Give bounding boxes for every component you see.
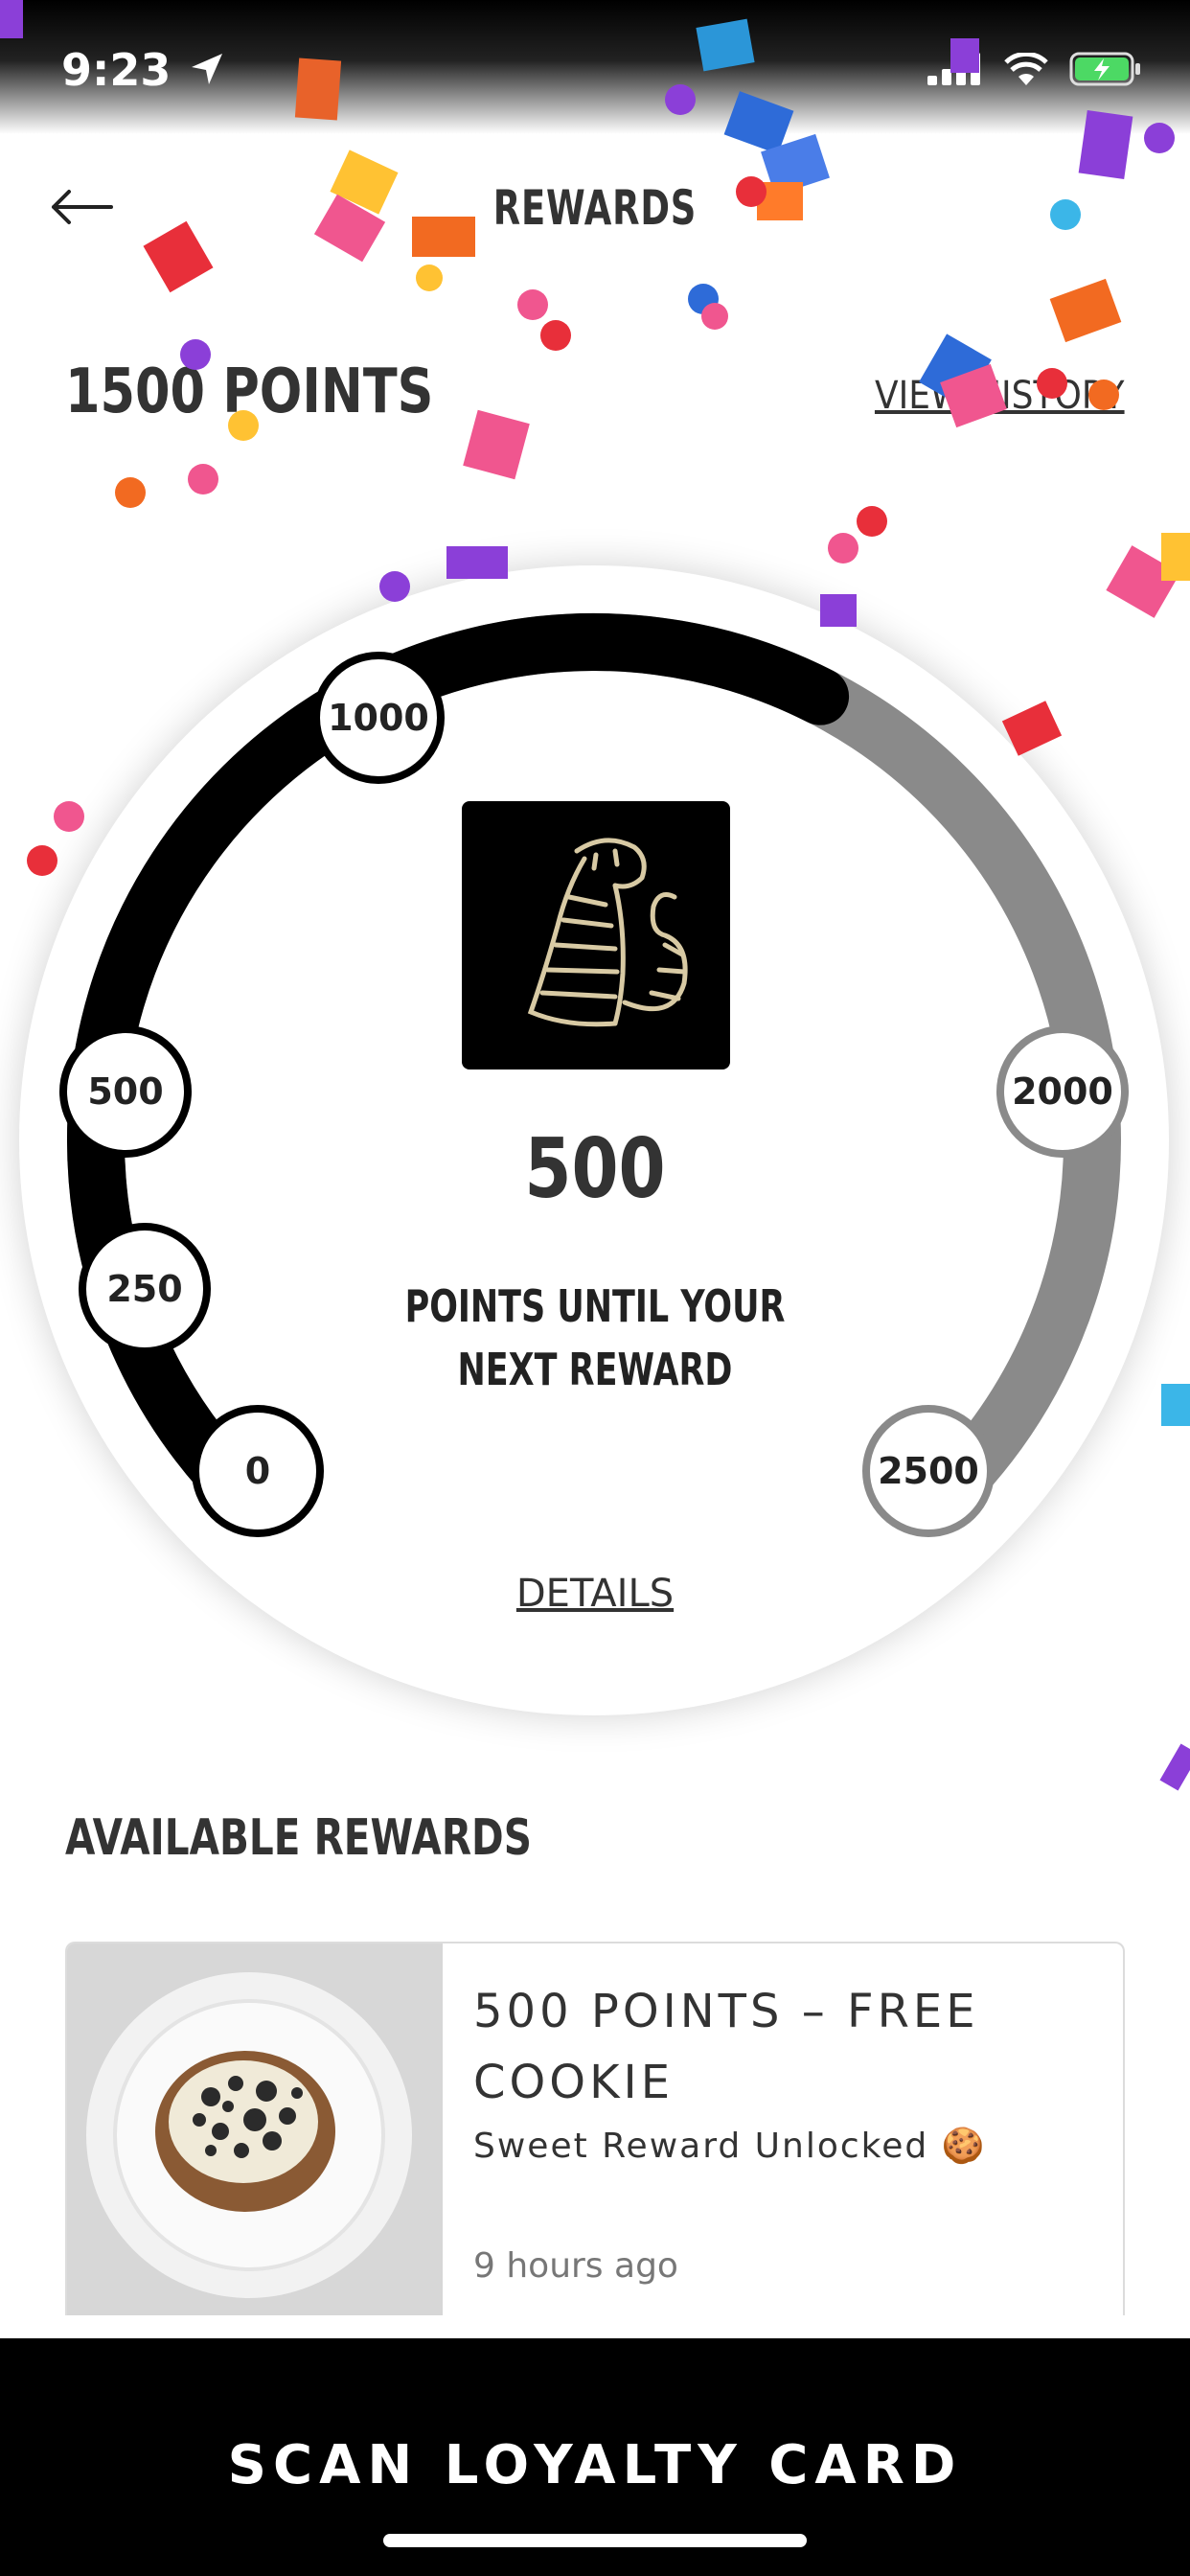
cookie-photo-icon [67,1944,443,2315]
reward-timestamp: 9 hours ago [473,2246,678,2286]
view-history-link[interactable]: VIEW HISTORY [875,374,1125,418]
reward-card[interactable]: 500 POINTS – FREE COOKIE Sweet Reward Un… [65,1942,1125,2315]
wifi-icon [1004,53,1048,85]
battery-charging-icon [1069,52,1140,86]
location-arrow-icon [192,54,222,84]
cellular-signal-icon [927,53,980,85]
tiger-logo [462,801,730,1070]
tiger-illustration-icon [527,838,688,1027]
home-indicator [383,2534,807,2547]
available-rewards-heading: AVAILABLE REWARDS [65,1809,532,1867]
cookie-image [67,1944,443,2315]
milestone-0: 0 [192,1405,324,1537]
status-bar: 9:23 [0,0,1190,134]
reward-title: 500 POINTS – FREE COOKIE [473,1985,979,2109]
points-total: 1500 POINTS [65,356,434,427]
status-icons [927,52,1142,86]
milestone-250: 250 [79,1223,211,1355]
details-link[interactable]: DETAILS [0,1572,1190,1616]
milestone-2500: 2500 [862,1405,995,1537]
points-until-next-caption: POINTS UNTIL YOUR NEXT REWARD [404,1280,786,1395]
arrow-left-icon [52,190,113,224]
scan-loyalty-card-label: SCAN LOYALTY CARD [227,2434,963,2496]
top-nav: REWARDS [0,163,1190,249]
page-title: REWARDS [492,180,698,236]
milestone-1000: 1000 [312,652,445,784]
status-time: 9:23 [61,44,172,96]
reward-subtitle: Sweet Reward Unlocked 🍪 [473,2127,987,2166]
points-until-next-value: 500 [524,1121,666,1217]
